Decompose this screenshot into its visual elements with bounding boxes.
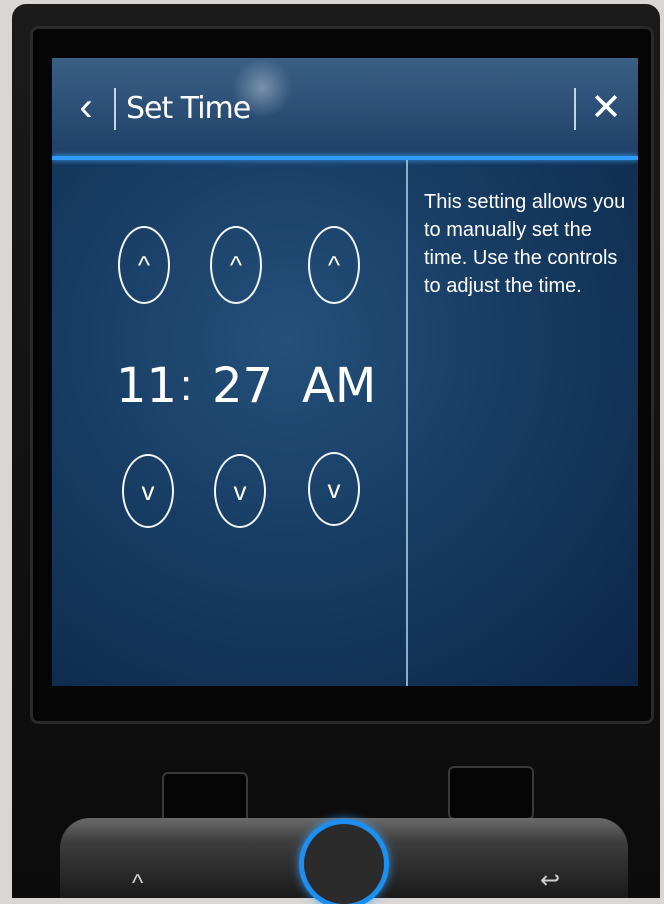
touchscreen: ‹ Set Time ✕ ^ ^ ^ 11 : 27 AM v v v This… bbox=[52, 58, 638, 686]
close-button[interactable]: ✕ bbox=[584, 86, 628, 130]
period-up-button[interactable]: ^ bbox=[308, 226, 360, 304]
header-separator-right bbox=[574, 88, 576, 130]
minute-down-button[interactable]: v bbox=[214, 454, 266, 528]
page-title: Set Time bbox=[126, 91, 251, 126]
chevron-down-icon: v bbox=[327, 474, 341, 504]
header-accent-line bbox=[52, 156, 638, 160]
vent-slot-right bbox=[448, 766, 534, 820]
chevron-up-icon: ^ bbox=[327, 250, 341, 280]
minute-up-button[interactable]: ^ bbox=[210, 226, 262, 304]
panel-divider bbox=[406, 160, 408, 686]
hour-value: 11 bbox=[116, 358, 178, 414]
back-button[interactable]: ‹ bbox=[66, 82, 106, 132]
period-down-button[interactable]: v bbox=[308, 452, 360, 526]
hour-down-button[interactable]: v bbox=[122, 454, 174, 528]
close-icon: ✕ bbox=[590, 87, 622, 129]
header-separator-left bbox=[114, 88, 116, 130]
phone-icon[interactable]: ↩ bbox=[540, 866, 560, 895]
chevron-down-icon: v bbox=[233, 476, 247, 506]
time-separator: : bbox=[180, 361, 193, 410]
chevron-left-icon: ‹ bbox=[79, 85, 93, 129]
home-icon[interactable]: ^ bbox=[132, 870, 143, 898]
chevron-down-icon: v bbox=[141, 476, 155, 506]
hour-up-button[interactable]: ^ bbox=[118, 226, 170, 304]
chevron-up-icon: ^ bbox=[137, 250, 151, 280]
chevron-up-icon: ^ bbox=[229, 250, 243, 280]
period-value: AM bbox=[302, 358, 377, 414]
minute-value: 27 bbox=[212, 358, 274, 414]
volume-knob[interactable] bbox=[304, 824, 384, 904]
help-text: This setting allows you to manually set … bbox=[424, 191, 626, 297]
